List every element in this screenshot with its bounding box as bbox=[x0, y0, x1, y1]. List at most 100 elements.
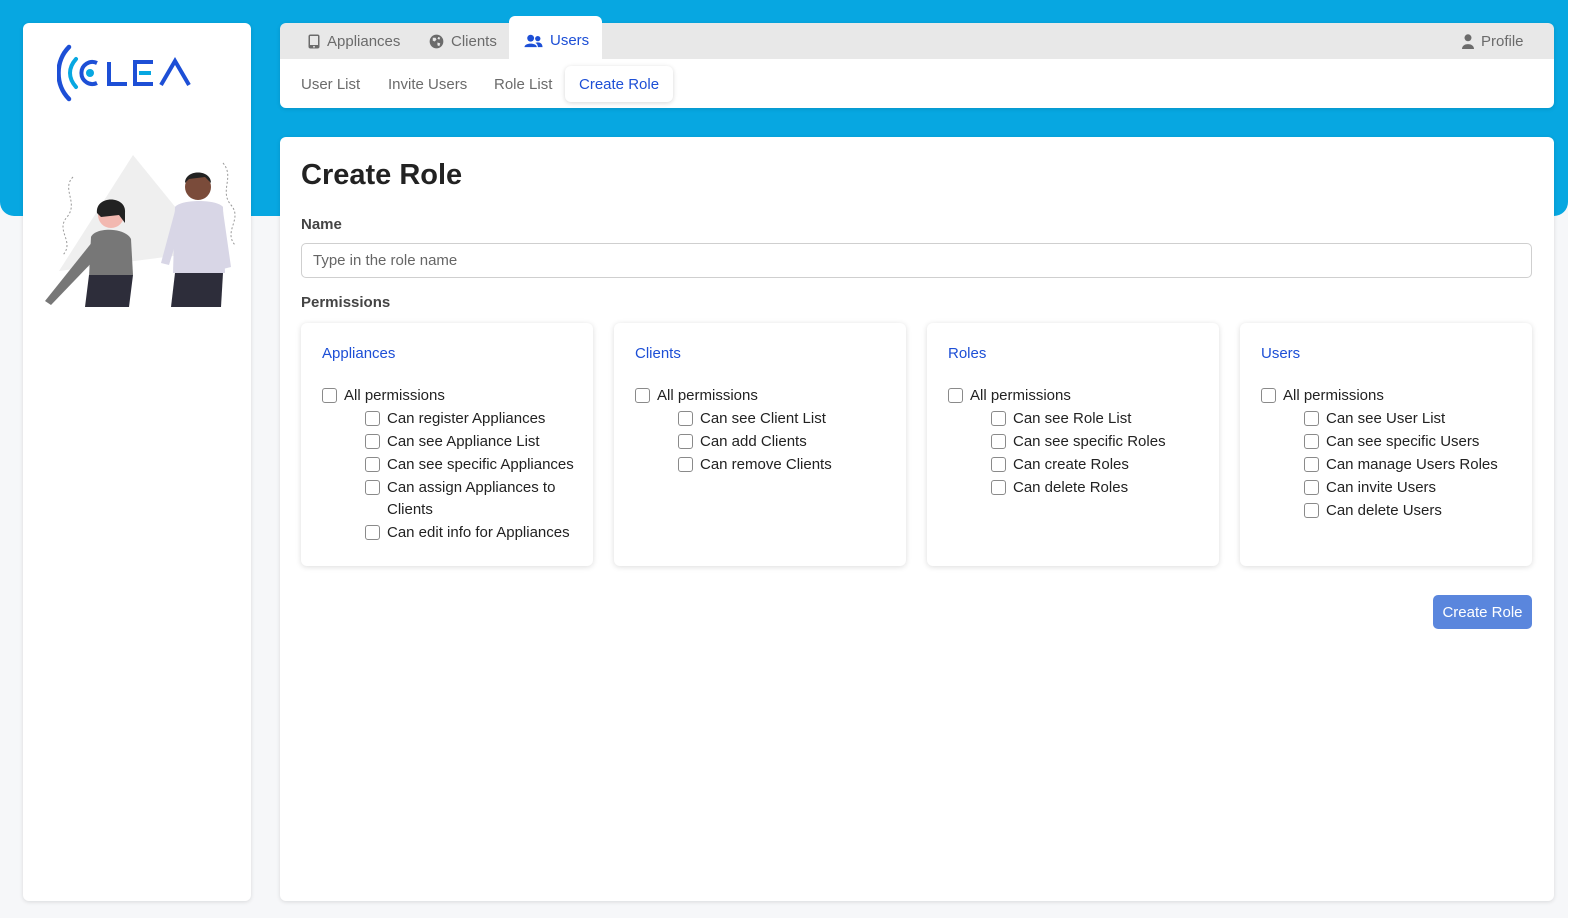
all-permissions-checkbox[interactable]: All permissions bbox=[1261, 385, 1523, 407]
tab-appliances[interactable]: Appliances bbox=[294, 23, 416, 59]
checkbox-label: Can manage Users Roles bbox=[1326, 456, 1498, 473]
permission-group-title: Users bbox=[1261, 345, 1301, 362]
permission-card-appliances: Appliances All permissions Can register … bbox=[301, 323, 593, 566]
tab-users[interactable]: Users bbox=[509, 16, 602, 59]
checkbox[interactable] bbox=[678, 434, 693, 449]
checkbox[interactable] bbox=[1304, 457, 1319, 472]
tab-label: Appliances bbox=[327, 32, 401, 50]
checkbox[interactable] bbox=[991, 457, 1006, 472]
checkbox-label: Can see Role List bbox=[1013, 410, 1132, 427]
people-illustration bbox=[45, 155, 236, 307]
user-icon bbox=[1462, 33, 1474, 49]
permission-checkbox[interactable]: Can remove Clients bbox=[678, 454, 897, 476]
permission-list: All permissions Can see Role List Can se… bbox=[948, 385, 1210, 500]
checkbox-label: Can delete Roles bbox=[1013, 479, 1129, 496]
checkbox[interactable] bbox=[678, 411, 693, 426]
permission-checkbox[interactable]: Can delete Roles bbox=[991, 477, 1210, 499]
subtab-label: Role List bbox=[494, 75, 553, 93]
page-title: Create Role bbox=[301, 159, 463, 191]
checkbox-label: Can see specific Roles bbox=[1013, 433, 1166, 450]
create-role-panel: Create Role Name Permissions Appliances … bbox=[280, 137, 1554, 901]
permission-checkbox[interactable]: Can delete Users bbox=[1304, 500, 1523, 522]
subtab-create-role[interactable]: Create Role bbox=[565, 66, 674, 102]
permission-card-clients: Clients All permissions Can see Client L… bbox=[614, 323, 906, 566]
permission-card-users: Users All permissions Can see User List … bbox=[1240, 323, 1532, 566]
subtab-label: User List bbox=[301, 75, 361, 93]
subtab-role-list[interactable]: Role List bbox=[480, 66, 566, 102]
all-permissions-checkbox[interactable]: All permissions bbox=[635, 385, 897, 407]
checkbox-label: Can invite Users bbox=[1326, 479, 1437, 496]
all-permissions-checkbox[interactable]: All permissions bbox=[948, 385, 1210, 407]
checkbox[interactable] bbox=[991, 480, 1006, 495]
checkbox[interactable] bbox=[1304, 434, 1319, 449]
checkbox-label: Can remove Clients bbox=[700, 456, 832, 473]
checkbox-label: All permissions bbox=[657, 387, 758, 404]
permission-checkbox[interactable]: Can invite Users bbox=[1304, 477, 1523, 499]
checkbox[interactable] bbox=[948, 388, 963, 403]
name-label: Name bbox=[301, 216, 342, 233]
checkbox-label: Can edit info for Appliances bbox=[387, 523, 570, 541]
main-tab-bar: Appliances Clients Users Profile bbox=[280, 16, 1554, 59]
checkbox-label: All permissions bbox=[970, 387, 1071, 404]
checkbox[interactable] bbox=[991, 434, 1006, 449]
checkbox-label: Can delete Users bbox=[1326, 502, 1442, 519]
checkbox-label: Can register Appliances bbox=[387, 410, 546, 427]
permission-list: All permissions Can register Appliances … bbox=[322, 385, 584, 545]
checkbox[interactable] bbox=[365, 434, 380, 449]
permission-checkbox[interactable]: Can see Role List bbox=[991, 408, 1210, 430]
checkbox[interactable] bbox=[991, 411, 1006, 426]
globe-icon bbox=[429, 34, 444, 48]
permission-checkbox[interactable]: Can see specific Roles bbox=[991, 431, 1210, 453]
checkbox-label: Can see specific Users bbox=[1326, 433, 1480, 450]
window-edge bbox=[1568, 0, 1578, 918]
checkbox[interactable] bbox=[1304, 411, 1319, 426]
permission-checkbox[interactable]: Can create Roles bbox=[991, 454, 1210, 476]
permission-checkbox[interactable]: Can assign Appliances to Clients bbox=[365, 477, 584, 520]
permission-checkbox[interactable]: Can register Appliances bbox=[365, 408, 584, 430]
permission-checkbox[interactable]: Can see specific Users bbox=[1304, 431, 1523, 453]
tab-label: Clients bbox=[451, 32, 497, 50]
users-icon bbox=[524, 34, 543, 47]
checkbox[interactable] bbox=[678, 457, 693, 472]
permission-checkbox[interactable]: Can see User List bbox=[1304, 408, 1523, 430]
permissions-label: Permissions bbox=[301, 294, 391, 311]
tab-clients[interactable]: Clients bbox=[415, 23, 507, 59]
permission-group-title: Clients bbox=[635, 345, 681, 362]
permission-checkbox[interactable]: Can see specific Appliances bbox=[365, 454, 584, 476]
checkbox-label: All permissions bbox=[1283, 387, 1384, 404]
checkbox[interactable] bbox=[635, 388, 650, 403]
permission-list: All permissions Can see User List Can se… bbox=[1261, 385, 1523, 523]
checkbox[interactable] bbox=[1304, 503, 1319, 518]
checkbox[interactable] bbox=[322, 388, 337, 403]
checkbox-label: Can see Client List bbox=[700, 410, 826, 427]
top-navigation: Appliances Clients Users Profile User Li… bbox=[280, 16, 1554, 108]
sub-tab-bar: User List Invite Users Role List Create … bbox=[280, 59, 1554, 108]
checkbox[interactable] bbox=[365, 480, 380, 495]
checkbox-label: Can see Appliance List bbox=[387, 433, 540, 450]
role-name-input[interactable] bbox=[301, 243, 1532, 278]
subtab-user-list[interactable]: User List bbox=[287, 66, 374, 102]
clea-logo bbox=[57, 44, 191, 102]
permission-checkbox[interactable]: Can edit info for Appliances bbox=[365, 522, 584, 544]
profile-link[interactable]: Profile bbox=[1462, 23, 1542, 59]
checkbox-label: Can see User List bbox=[1326, 410, 1446, 427]
permission-checkbox[interactable]: Can manage Users Roles bbox=[1304, 454, 1523, 476]
all-permissions-checkbox[interactable]: All permissions bbox=[322, 385, 584, 407]
subtab-invite-users[interactable]: Invite Users bbox=[374, 66, 481, 102]
checkbox-label: Can create Roles bbox=[1013, 456, 1129, 473]
checkbox-label: Can see specific Appliances bbox=[387, 456, 574, 473]
permission-checkbox[interactable]: Can see Client List bbox=[678, 408, 897, 430]
permission-card-roles: Roles All permissions Can see Role List … bbox=[927, 323, 1219, 566]
permission-checkbox[interactable]: Can add Clients bbox=[678, 431, 897, 453]
permission-group-title: Appliances bbox=[322, 345, 396, 362]
checkbox[interactable] bbox=[1304, 480, 1319, 495]
checkbox[interactable] bbox=[365, 457, 380, 472]
permission-checkbox[interactable]: Can see Appliance List bbox=[365, 431, 584, 453]
checkbox-label: Can assign Appliances to Clients bbox=[387, 479, 556, 518]
checkbox[interactable] bbox=[365, 411, 380, 426]
subtab-label: Invite Users bbox=[388, 75, 468, 93]
subtab-label: Create Role bbox=[579, 75, 660, 93]
create-role-button[interactable]: Create Role bbox=[1433, 595, 1532, 629]
checkbox[interactable] bbox=[1261, 388, 1276, 403]
checkbox[interactable] bbox=[365, 524, 380, 540]
